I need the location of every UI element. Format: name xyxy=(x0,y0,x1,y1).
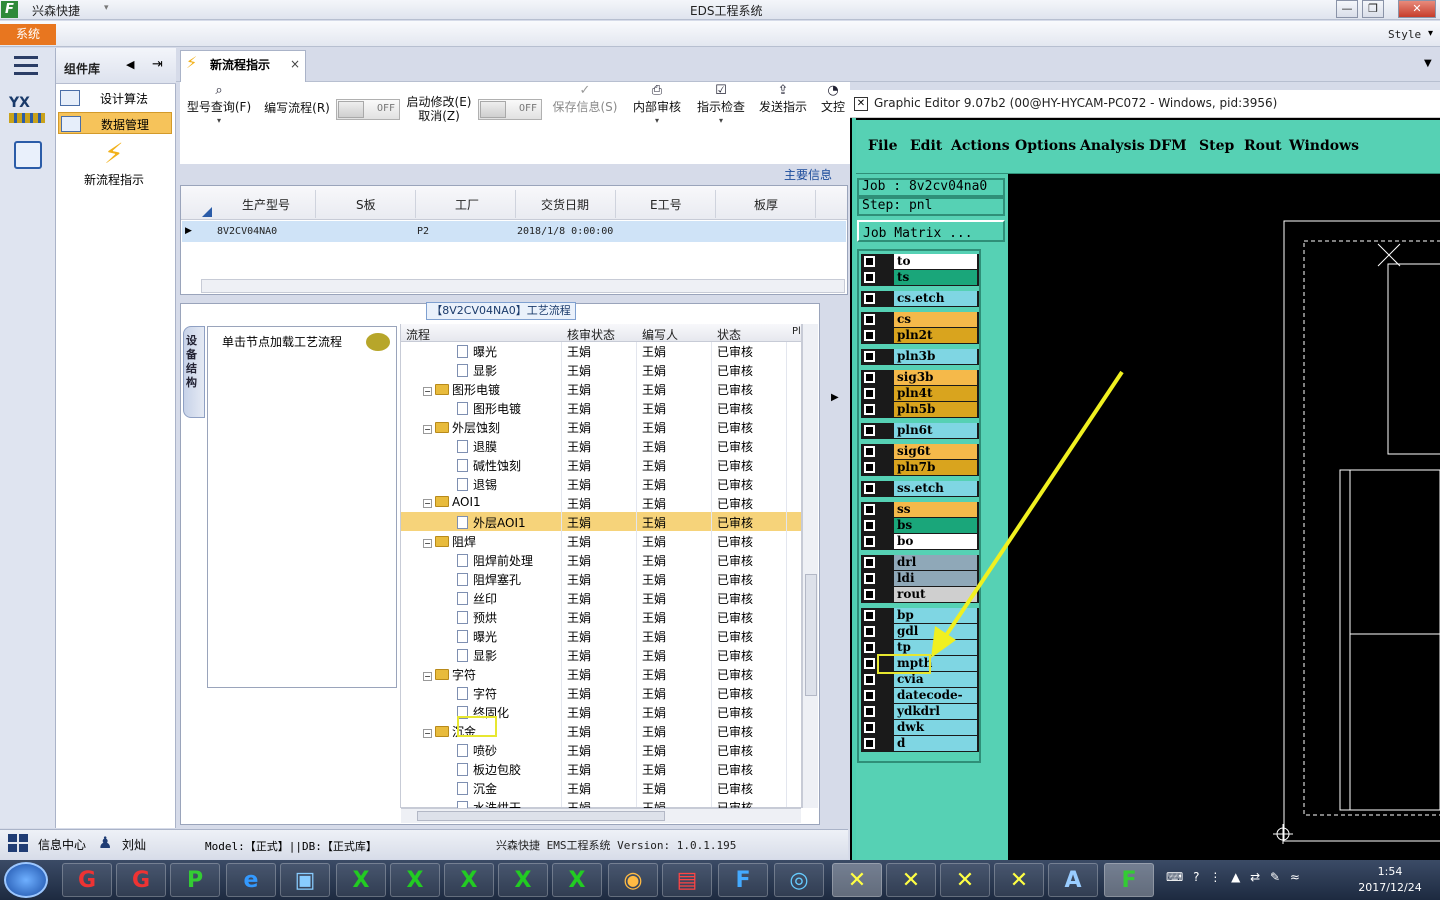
pdf-icon[interactable]: ▤ xyxy=(662,863,712,897)
clock-time: 1:54 xyxy=(1377,865,1403,878)
excel-icon[interactable]: X xyxy=(336,863,386,897)
clock-date: 2017/12/24 xyxy=(1358,881,1422,894)
ie-browser-icon[interactable]: e xyxy=(226,863,276,897)
app-g-icon[interactable]: G xyxy=(62,863,112,897)
graphic-editor-task-icon-3[interactable]: ✕ xyxy=(940,863,990,897)
graphic-editor-task-icon-4[interactable]: ✕ xyxy=(994,863,1044,897)
document-app-icon[interactable]: A xyxy=(1048,863,1098,897)
app-p-icon[interactable]: P xyxy=(170,863,220,897)
graphic-editor-task-icon-2[interactable]: ✕ xyxy=(886,863,936,897)
excel-icon-4[interactable]: X xyxy=(498,863,548,897)
excel-icon-2[interactable]: X xyxy=(390,863,440,897)
eye-app-icon[interactable]: ◎ xyxy=(774,863,824,897)
taskbar-clock[interactable]: 1:54 2017/12/24 xyxy=(1354,864,1426,896)
system-tray-icons[interactable]: ⌨ ? ⋮ ▲ ⇄ ✎ ≈ xyxy=(1166,870,1303,884)
excel-icon-3[interactable]: X xyxy=(444,863,494,897)
floppy-save-icon[interactable]: ▣ xyxy=(280,863,330,897)
eds-app-task-icon[interactable]: F xyxy=(1104,863,1154,897)
annotation-arrow xyxy=(931,370,1124,658)
graphic-editor-task-icon[interactable]: ✕ xyxy=(832,863,882,897)
excel-icon-5[interactable]: X xyxy=(552,863,602,897)
app-f-icon[interactable]: F xyxy=(718,863,768,897)
shell-app-icon[interactable]: ◉ xyxy=(608,863,658,897)
start-button[interactable] xyxy=(4,862,48,898)
app-g2-icon[interactable]: G xyxy=(116,863,166,897)
